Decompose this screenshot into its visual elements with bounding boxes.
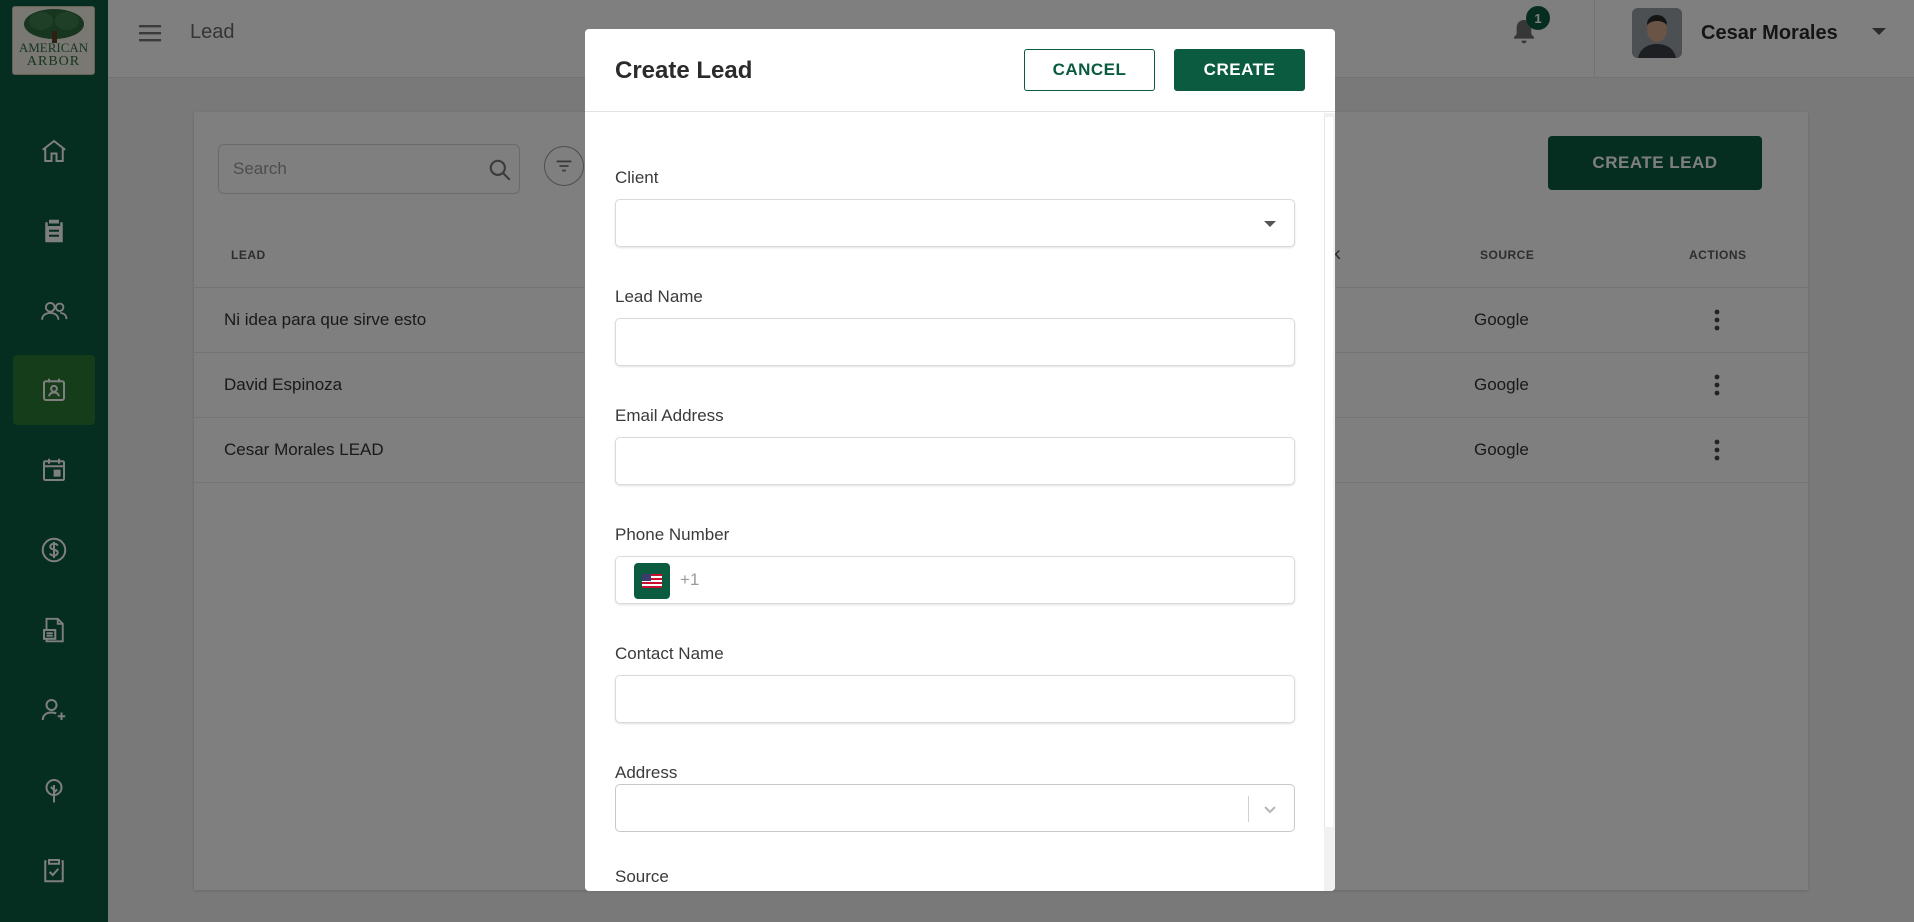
contact-name-input[interactable] (628, 688, 1268, 712)
address-select[interactable] (615, 784, 1295, 832)
client-select[interactable] (615, 199, 1295, 247)
cancel-button[interactable]: CANCEL (1024, 49, 1155, 91)
dialog-body: Client Lead Name Email Address Phone Num… (585, 113, 1335, 891)
lead-name-input[interactable] (628, 331, 1268, 355)
address-separator (1248, 796, 1249, 822)
source-label: Source (615, 867, 669, 886)
country-selector[interactable] (634, 563, 670, 599)
dialog-title: Create Lead (615, 57, 753, 84)
email-input[interactable] (628, 450, 1268, 474)
phone-field[interactable]: +1 (615, 556, 1295, 604)
contact-name-label: Contact Name (615, 644, 724, 663)
phone-prefix: +1 (680, 570, 700, 589)
us-flag-icon (642, 574, 662, 588)
address-label: Address (615, 763, 678, 782)
lead-name-field[interactable] (615, 318, 1295, 366)
phone-label: Phone Number (615, 525, 730, 544)
client-label: Client (615, 168, 659, 187)
dialog-header: Create Lead CANCEL CREATE (585, 29, 1335, 112)
email-field[interactable] (615, 437, 1295, 485)
contact-name-field[interactable] (615, 675, 1295, 723)
chevron-down-icon[interactable] (1264, 221, 1276, 227)
lead-name-label: Lead Name (615, 287, 703, 306)
create-lead-dialog: Create Lead CANCEL CREATE Client Lead Na… (585, 29, 1335, 891)
create-button[interactable]: CREATE (1174, 49, 1305, 91)
chevron-down-icon[interactable] (1260, 799, 1280, 819)
dialog-scroll-thumb[interactable] (1324, 117, 1333, 827)
email-label: Email Address (615, 406, 724, 425)
